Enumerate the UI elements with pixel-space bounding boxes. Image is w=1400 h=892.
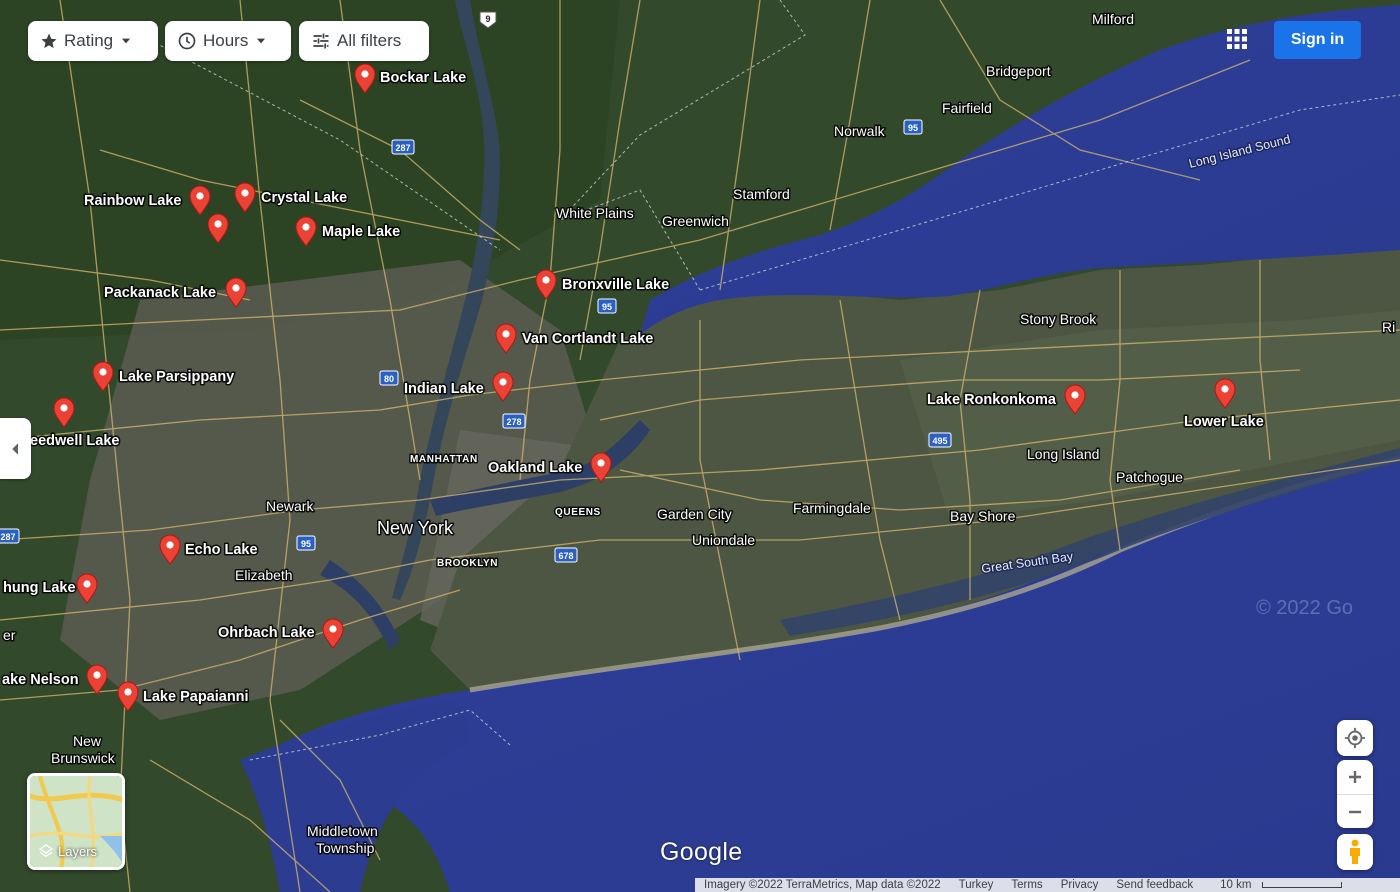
minus-icon [1349, 810, 1361, 813]
layers-label: Layers [58, 843, 98, 859]
country-link[interactable]: Turkey [950, 879, 1003, 891]
svg-text:95: 95 [301, 539, 311, 549]
my-location-button[interactable] [1337, 720, 1373, 756]
plus-icon [1349, 771, 1361, 783]
scale-label: 10 km [1220, 879, 1252, 891]
rating-filter-button[interactable]: Rating [28, 21, 158, 61]
borough-label: MANHATTAN [410, 454, 478, 465]
place-label: Stamford [733, 186, 790, 202]
scale-indicator[interactable]: 10 km [1202, 879, 1343, 891]
zoom-out-button[interactable] [1337, 794, 1373, 828]
borough-label: QUEENS [555, 507, 601, 518]
svg-text:495: 495 [932, 436, 947, 446]
zoom-in-button[interactable] [1337, 760, 1373, 794]
svg-text:Echo Lake: Echo Lake [185, 542, 258, 558]
attribution-footer: Imagery ©2022 TerraMetrics, Map data ©20… [695, 878, 1400, 892]
svg-text:eedwell Lake: eedwell Lake [30, 433, 119, 449]
place-label: Norwalk [834, 123, 886, 139]
place-label: Township [316, 840, 375, 856]
crosshair-icon [1344, 727, 1366, 749]
watermark-text: © 2022 Go [1256, 597, 1353, 619]
place-label: Elizabeth [235, 567, 293, 583]
svg-text:Crystal Lake: Crystal Lake [261, 190, 347, 206]
place-label: er [3, 627, 16, 643]
satellite-map[interactable]: 9 287 95 80 278 95 495 678 287 95 Long I… [0, 0, 1400, 892]
pegman-icon [1350, 839, 1360, 864]
chevron-down-icon [257, 38, 266, 44]
place-label: Garden City [657, 506, 732, 522]
hours-label: Hours [203, 31, 249, 50]
svg-text:Van Cortlandt Lake: Van Cortlandt Lake [522, 331, 653, 347]
privacy-link[interactable]: Privacy [1052, 879, 1108, 891]
svg-text:678: 678 [558, 551, 573, 561]
star-icon [41, 33, 57, 48]
svg-text:287: 287 [395, 143, 410, 153]
place-label: Greenwich [662, 213, 729, 229]
terms-link[interactable]: Terms [1002, 879, 1051, 891]
place-label: Long Island [1027, 446, 1099, 462]
collapse-panel-button[interactable] [0, 418, 31, 479]
place-label: New [73, 733, 102, 749]
sign-in-button[interactable]: Sign in [1274, 21, 1361, 59]
rating-label: Rating [64, 31, 114, 50]
place-label: Fairfield [942, 100, 992, 116]
borough-label: BROOKLYN [437, 558, 498, 569]
send-feedback-link[interactable]: Send feedback [1107, 879, 1202, 891]
svg-text:Maple Lake: Maple Lake [322, 224, 400, 240]
imagery-credit: Imagery ©2022 TerraMetrics, Map data ©20… [704, 879, 941, 891]
svg-text:Oakland Lake: Oakland Lake [488, 460, 582, 476]
svg-text:Lower Lake: Lower Lake [1184, 414, 1264, 430]
city-label: New York [377, 518, 454, 538]
layers-button[interactable]: Layers [27, 773, 125, 870]
street-view-pegman-button[interactable] [1337, 834, 1373, 870]
svg-text:Ohrbach Lake: Ohrbach Lake [218, 625, 315, 641]
svg-text:Packanack Lake: Packanack Lake [104, 285, 216, 301]
svg-text:Bockar Lake: Bockar Lake [380, 70, 466, 86]
svg-text:95: 95 [908, 123, 918, 133]
place-label: Patchogue [1116, 469, 1183, 485]
all-filters-label: All filters [337, 31, 402, 50]
svg-text:278: 278 [506, 417, 521, 427]
svg-text:Rainbow Lake: Rainbow Lake [84, 193, 182, 209]
place-label: Bridgeport [986, 63, 1051, 79]
zoom-controls [1337, 760, 1373, 828]
svg-text:Lake Papaianni: Lake Papaianni [143, 689, 249, 705]
place-label: Ri [1382, 319, 1395, 335]
svg-text:Indian Lake: Indian Lake [404, 381, 484, 397]
google-logo: Google [660, 838, 743, 866]
place-label: Farmingdale [793, 500, 871, 516]
place-label: Brunswick [51, 750, 116, 766]
place-label: White Plains [556, 205, 634, 221]
svg-text:ake Nelson: ake Nelson [2, 672, 79, 688]
place-label: Middletown [307, 823, 378, 839]
place-label: Uniondale [692, 532, 755, 548]
place-label: Milford [1092, 11, 1134, 27]
svg-text:9: 9 [485, 14, 490, 24]
svg-text:80: 80 [384, 374, 394, 384]
svg-text:287: 287 [0, 532, 15, 542]
place-label: Newark [266, 498, 314, 514]
place-label: Bay Shore [950, 508, 1016, 524]
svg-text:95: 95 [602, 302, 612, 312]
svg-text:Lake Parsippany: Lake Parsippany [119, 369, 234, 385]
chevron-left-icon [11, 443, 18, 454]
clock-icon [178, 32, 196, 50]
place-label: Stony Brook [1020, 311, 1097, 327]
all-filters-button[interactable]: All filters [299, 21, 429, 61]
svg-text:hung Lake: hung Lake [3, 580, 76, 596]
sliders-icon [313, 33, 329, 49]
layers-icon [38, 844, 54, 858]
svg-text:Bronxville Lake: Bronxville Lake [562, 277, 669, 293]
scale-bar [1262, 882, 1343, 888]
apps-grid-icon[interactable] [1222, 24, 1252, 54]
hours-filter-button[interactable]: Hours [165, 21, 291, 61]
svg-text:Lake Ronkonkoma: Lake Ronkonkoma [927, 392, 1057, 408]
chevron-down-icon [122, 38, 131, 44]
